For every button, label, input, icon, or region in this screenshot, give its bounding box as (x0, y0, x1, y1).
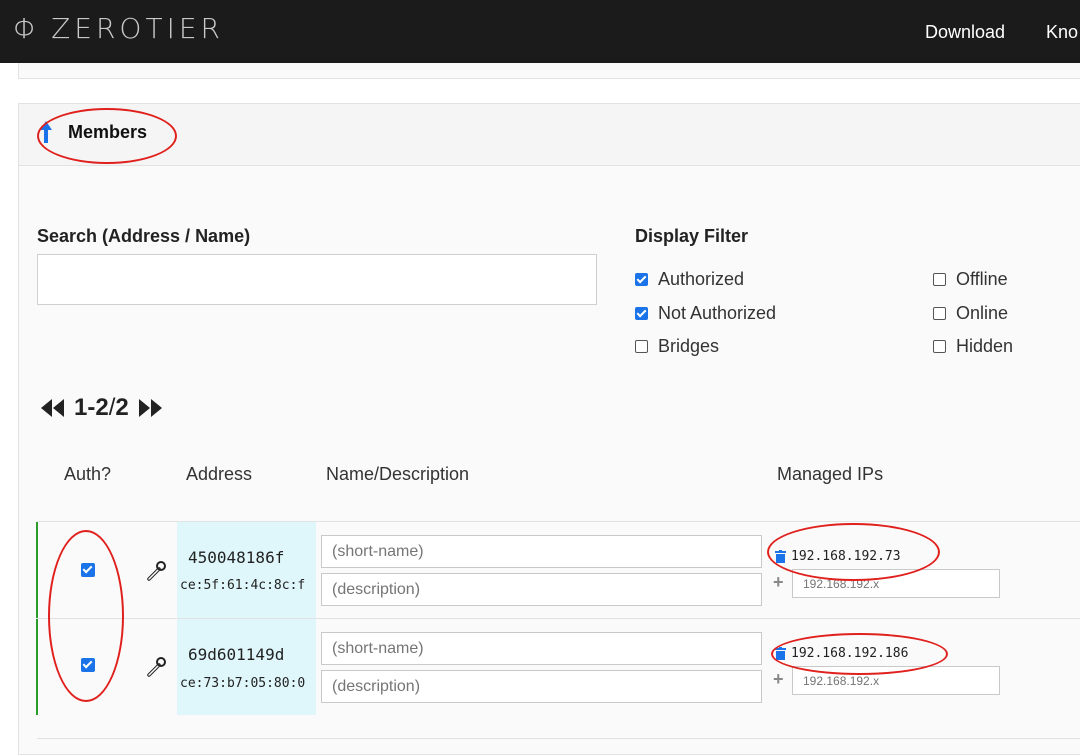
table-bottom-divider (37, 738, 1080, 739)
column-name-description: Name/Description (326, 464, 470, 484)
checkbox-unchecked[interactable] (933, 307, 946, 320)
annotation-circle-members (37, 108, 177, 164)
pager-separator: / (108, 394, 116, 421)
checkbox-unchecked[interactable] (933, 273, 946, 286)
pagination: 1-2 / 2 (40, 394, 163, 422)
plus-icon[interactable]: + (773, 669, 784, 690)
annotation-circle-ip-row1 (767, 523, 940, 581)
address-cell (177, 619, 316, 715)
column-address: Address (186, 464, 253, 484)
wrench-icon[interactable] (145, 560, 167, 582)
filter-label: Offline (956, 269, 1008, 289)
checkbox-unchecked[interactable] (933, 340, 946, 353)
zerotier-logo[interactable]: Φ ZEROTIER (13, 12, 224, 45)
filter-hidden[interactable]: Hidden (933, 336, 1013, 357)
filter-offline[interactable]: Offline (933, 269, 1008, 290)
filter-online[interactable]: Online (933, 303, 1008, 324)
checkbox-checked[interactable] (635, 307, 648, 320)
previous-section-bottom (18, 63, 1080, 79)
checkbox-unchecked[interactable] (635, 340, 648, 353)
member-mac: ce:5f:61:4c:8c:f (180, 578, 306, 593)
search-label: Search (Address / Name) (37, 226, 251, 246)
pager-total: 2 (115, 394, 129, 421)
row-status-border (36, 619, 38, 715)
plus-icon[interactable]: + (773, 572, 784, 593)
nav-knowledge-base-link[interactable]: Kno (1046, 22, 1078, 43)
short-name-input[interactable] (321, 632, 762, 665)
column-managed-ips: Managed IPs (777, 464, 884, 484)
short-name-input[interactable] (321, 535, 762, 568)
logo-symbol: Φ (13, 12, 38, 45)
annotation-circle-auth-checkboxes (48, 530, 124, 702)
top-navigation-bar: Φ ZEROTIER Download Kno (0, 0, 1080, 63)
first-page-icon[interactable] (40, 398, 66, 418)
filter-bridges[interactable]: Bridges (635, 336, 719, 357)
display-filter-label: Display Filter (635, 226, 749, 246)
checkbox-checked[interactable] (635, 273, 648, 286)
filter-label: Not Authorized (658, 303, 777, 323)
pager-range: 1-2 (74, 394, 109, 421)
description-input[interactable] (321, 670, 762, 703)
filter-label: Hidden (956, 336, 1014, 356)
logo-text: ZEROTIER (51, 12, 224, 45)
description-input[interactable] (321, 573, 762, 606)
member-address[interactable]: 450048186f (188, 548, 284, 567)
filter-label: Online (956, 303, 1009, 323)
filter-not-authorized[interactable]: Not Authorized (635, 303, 776, 324)
member-address[interactable]: 69d601149d (188, 645, 284, 664)
filter-label: Bridges (658, 336, 720, 356)
filter-authorized[interactable]: Authorized (635, 269, 744, 290)
address-cell (177, 522, 316, 618)
row-status-border (36, 522, 38, 618)
wrench-icon[interactable] (145, 656, 167, 678)
filter-label: Authorized (658, 269, 745, 289)
search-input[interactable] (37, 254, 597, 305)
column-auth: Auth? (64, 464, 112, 484)
members-panel-header[interactable]: Members (19, 104, 1080, 166)
nav-download-link[interactable]: Download (925, 22, 1005, 43)
last-page-icon[interactable] (137, 398, 163, 418)
member-mac: ce:73:b7:05:80:0 (180, 676, 306, 691)
annotation-circle-ip-row2 (771, 633, 948, 675)
